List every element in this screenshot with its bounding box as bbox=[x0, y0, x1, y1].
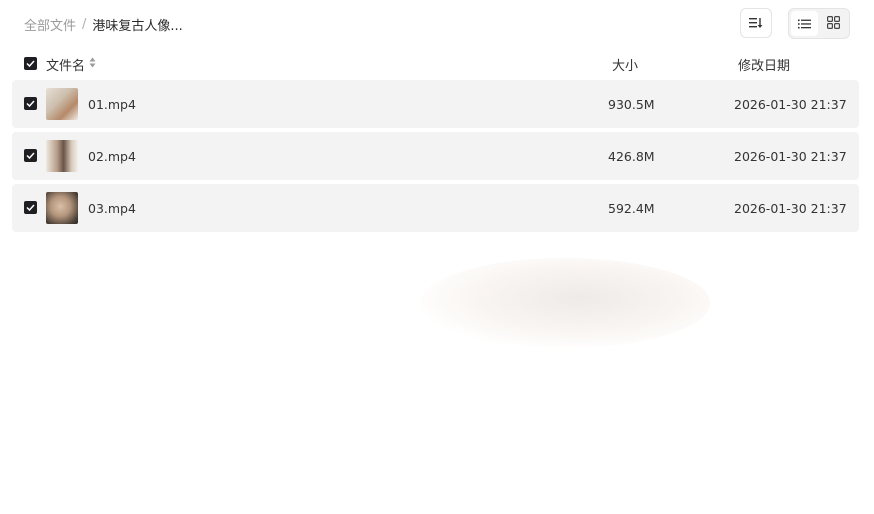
row-checkbox[interactable] bbox=[24, 97, 37, 110]
video-thumbnail bbox=[46, 192, 78, 224]
file-size: 930.5M bbox=[608, 97, 655, 112]
column-header-name-label: 文件名 bbox=[46, 59, 86, 74]
file-browser-page: 全部文件 / 港味复古人像... 文件名 大小 修改日期 01.mp4 930.… bbox=[0, 0, 874, 514]
background-glow bbox=[420, 258, 710, 348]
sort-button[interactable] bbox=[740, 8, 772, 38]
video-thumbnail bbox=[46, 140, 78, 172]
file-row[interactable]: 01.mp4 930.5M 2026-01-30 21:37 bbox=[12, 80, 859, 128]
view-toggle bbox=[788, 8, 850, 39]
file-date: 2026-01-30 21:37 bbox=[734, 201, 847, 216]
file-date: 2026-01-30 21:37 bbox=[734, 97, 847, 112]
column-header-size[interactable]: 大小 bbox=[612, 55, 638, 74]
sort-toggle-icon bbox=[89, 57, 96, 72]
breadcrumb: 全部文件 / 港味复古人像... bbox=[24, 14, 183, 34]
sort-icon bbox=[749, 14, 763, 33]
check-icon bbox=[26, 60, 35, 67]
table-header: 文件名 大小 修改日期 bbox=[24, 54, 854, 74]
file-row[interactable]: 02.mp4 426.8M 2026-01-30 21:37 bbox=[12, 132, 859, 180]
video-thumbnail bbox=[46, 88, 78, 120]
file-name[interactable]: 03.mp4 bbox=[88, 201, 136, 216]
list-view-button[interactable] bbox=[791, 11, 818, 36]
select-all-checkbox[interactable] bbox=[24, 57, 37, 70]
row-checkbox[interactable] bbox=[24, 149, 37, 162]
grid-view-button[interactable] bbox=[820, 11, 847, 36]
breadcrumb-separator: / bbox=[82, 16, 87, 32]
file-list: 01.mp4 930.5M 2026-01-30 21:37 02.mp4 42… bbox=[12, 80, 859, 236]
row-checkbox[interactable] bbox=[24, 201, 37, 214]
check-icon bbox=[26, 204, 35, 211]
breadcrumb-root-link[interactable]: 全部文件 bbox=[24, 15, 76, 34]
check-icon bbox=[26, 152, 35, 159]
column-header-name[interactable]: 文件名 bbox=[46, 55, 96, 74]
file-size: 426.8M bbox=[608, 149, 655, 164]
file-date: 2026-01-30 21:37 bbox=[734, 149, 847, 164]
file-size: 592.4M bbox=[608, 201, 655, 216]
file-name[interactable]: 02.mp4 bbox=[88, 149, 136, 164]
column-header-date[interactable]: 修改日期 bbox=[738, 55, 790, 74]
grid-view-icon bbox=[827, 14, 841, 33]
file-row[interactable]: 03.mp4 592.4M 2026-01-30 21:37 bbox=[12, 184, 859, 232]
file-name[interactable]: 01.mp4 bbox=[88, 97, 136, 112]
check-icon bbox=[26, 100, 35, 107]
breadcrumb-current-folder: 港味复古人像... bbox=[92, 18, 183, 34]
list-view-icon bbox=[798, 14, 811, 33]
